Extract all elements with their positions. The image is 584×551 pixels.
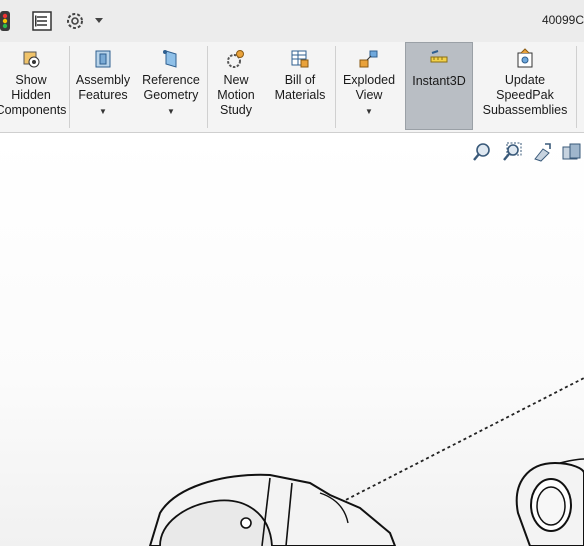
title-bar: 40099C — [0, 0, 584, 43]
chevron-down-icon[interactable]: ▼ — [365, 107, 373, 116]
update-speedpak-button[interactable]: Update SpeedPak Subassemblies — [478, 42, 572, 130]
zoom-to-fit-icon[interactable] — [470, 140, 494, 164]
traffic-light-icon[interactable] — [0, 10, 12, 32]
assembly-features-icon — [92, 47, 114, 71]
exploded-view-button[interactable]: Exploded View ▼ — [338, 42, 400, 130]
properties-icon[interactable] — [32, 10, 52, 32]
chevron-down-icon[interactable]: ▼ — [167, 107, 175, 116]
assembly-features-button[interactable]: Assembly Features ▼ — [72, 42, 134, 130]
graphics-area[interactable] — [0, 133, 584, 547]
speedpak-icon — [514, 47, 536, 71]
dropdown-arrow-icon[interactable] — [95, 10, 103, 32]
reference-geometry-button[interactable]: Reference Geometry ▼ — [138, 42, 204, 130]
part-bracket — [515, 458, 584, 547]
exploded-view-icon — [358, 47, 380, 71]
zoom-to-area-icon[interactable] — [500, 140, 524, 164]
reference-geometry-icon — [160, 47, 182, 71]
bill-of-materials-button[interactable]: Bill of Materials — [266, 42, 334, 130]
instant3d-button[interactable]: Instant3D — [405, 42, 473, 130]
chevron-down-icon[interactable]: ▼ — [99, 107, 107, 116]
show-hidden-icon — [20, 47, 42, 71]
heads-up-view-toolbar — [470, 140, 584, 164]
show-hidden-components-button[interactable]: Show Hidden Components — [0, 42, 68, 130]
assembly-model — [148, 377, 584, 547]
section-view-icon[interactable] — [560, 140, 584, 164]
gear-icon[interactable] — [64, 10, 86, 32]
command-manager-ribbon: Show Hidden Components Assembly Features… — [0, 42, 584, 133]
part-housing — [148, 473, 397, 547]
document-title: 40099C — [541, 13, 584, 27]
previous-view-icon[interactable] — [530, 140, 554, 164]
instant3d-icon — [428, 48, 450, 72]
new-motion-study-button[interactable]: New Motion Study — [210, 42, 262, 130]
motion-study-icon — [225, 47, 247, 71]
bill-of-materials-icon — [289, 47, 311, 71]
